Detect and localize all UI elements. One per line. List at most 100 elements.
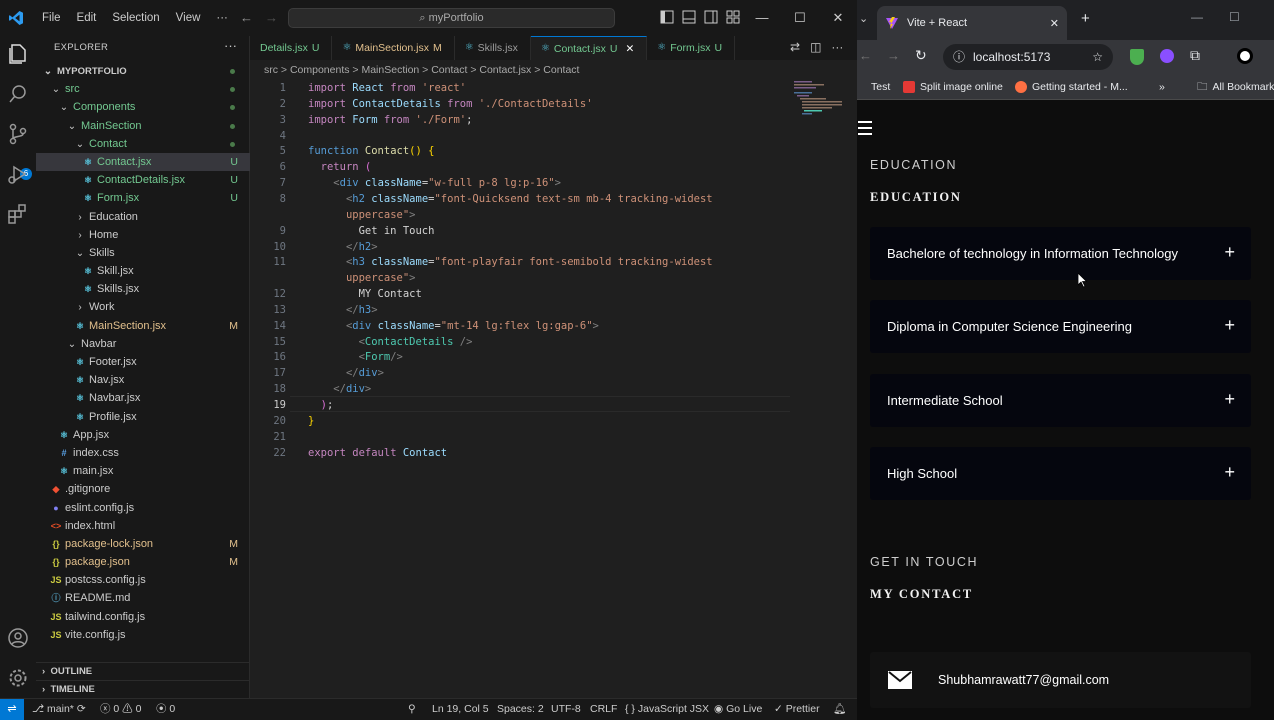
tree-file[interactable]: ⓘ README.md — [36, 589, 250, 607]
tree-folder[interactable]: ⌄ src — [36, 80, 250, 98]
tree-folder[interactable]: ⌄ Components — [36, 98, 250, 116]
language-status[interactable]: { } JavaScript JSX — [625, 699, 709, 719]
ports-status[interactable]: ⦿ 0 — [156, 699, 175, 719]
tree-file[interactable]: ● eslint.config.js — [36, 499, 250, 517]
expand-plus-icon[interactable]: + — [1224, 227, 1235, 278]
copilot-icon[interactable]: ⚲ — [408, 699, 416, 719]
menu-item[interactable]: View — [168, 0, 209, 36]
editor-tab[interactable]: Details.jsx U — [250, 36, 333, 60]
tree-file[interactable]: ⚛ Skills.jsx — [36, 280, 250, 298]
tree-file[interactable]: ⚛ App.jsx — [36, 426, 250, 444]
reload-icon[interactable]: ↻ — [915, 47, 927, 64]
tree-folder[interactable]: ⌄ MainSection — [36, 117, 250, 135]
new-tab-icon[interactable]: + — [1081, 10, 1090, 27]
minimize-icon[interactable]: — — [743, 0, 781, 36]
settings-gear-icon[interactable] — [6, 666, 30, 690]
site-info-icon[interactable]: ⓘ — [953, 44, 965, 70]
indentation-status[interactable]: Spaces: 2 — [497, 699, 544, 719]
extensions-icon[interactable] — [6, 202, 30, 226]
email-contact-card[interactable]: Shubhamrawatt77@gmail.com — [870, 652, 1251, 708]
close-tab-icon[interactable]: ✕ — [625, 37, 634, 61]
toggle-secondary-sidebar-icon[interactable] — [704, 10, 718, 24]
tree-folder[interactable]: ⌄ MYPORTFOLIO — [36, 62, 250, 80]
education-accordion-item[interactable]: Bachelore of technology in Information T… — [870, 227, 1251, 280]
tree-file[interactable]: ◆ .gitignore — [36, 480, 250, 498]
code-editor[interactable]: 1 import React from 'react' 2 import Contac… — [250, 78, 857, 698]
bookmark-test[interactable]: Test — [871, 74, 890, 100]
notifications-bell-icon[interactable]: 🔔︎ — [833, 699, 846, 719]
more-actions-icon[interactable]: ··· — [224, 38, 237, 53]
search-icon[interactable] — [6, 82, 30, 106]
tree-file[interactable]: ⚛ Navbar.jsx — [36, 389, 250, 407]
close-icon[interactable]: ✕ — [819, 0, 857, 36]
tree-file[interactable]: ⚛ MainSection.jsx M — [36, 317, 250, 335]
tree-file[interactable]: ⚛ main.jsx — [36, 462, 250, 480]
back-arrow-icon[interactable]: ← — [240, 10, 253, 25]
tree-file[interactable]: ⚛ Contact.jsx U — [36, 152, 250, 172]
tree-file[interactable]: ⚛ Profile.jsx — [36, 408, 250, 426]
tree-folder[interactable]: ⌄ Contact — [36, 135, 250, 153]
minimap[interactable] — [794, 80, 844, 120]
encoding-status[interactable]: UTF-8 — [551, 699, 581, 719]
menu-item[interactable]: Selection — [104, 0, 167, 36]
menu-item[interactable]: File — [34, 0, 69, 36]
close-tab-icon[interactable]: ✕ — [1050, 17, 1059, 30]
bookmark-getting-started[interactable]: Getting started - M... — [1015, 74, 1128, 100]
menu-item[interactable]: ··· — [208, 0, 236, 36]
editor-tab[interactable]: ⚛ MainSection.jsx M — [332, 36, 455, 60]
bookmark-split-image[interactable]: Split image online — [903, 74, 1003, 100]
expand-plus-icon[interactable]: + — [1224, 447, 1235, 498]
outline-section[interactable]: › OUTLINE — [36, 662, 250, 680]
more-bookmarks-icon[interactable]: » — [1159, 74, 1165, 100]
remote-indicator-icon[interactable]: ⇌ — [0, 699, 24, 720]
forward-arrow-icon[interactable]: → — [887, 48, 900, 63]
tree-file[interactable]: # index.css — [36, 444, 250, 462]
toggle-panel-icon[interactable] — [682, 10, 696, 24]
shield-extension-icon[interactable] — [1130, 49, 1144, 65]
expand-plus-icon[interactable]: + — [1224, 300, 1235, 351]
education-accordion-item[interactable]: High School + — [870, 447, 1251, 501]
tree-file[interactable]: ⚛ Form.jsx U — [36, 189, 250, 207]
hamburger-menu-icon[interactable] — [858, 121, 872, 139]
browser-tab-active[interactable]: Vite + React ✕ — [877, 6, 1067, 40]
toggle-primary-sidebar-icon[interactable] — [660, 10, 674, 24]
minimize-icon[interactable]: — — [1191, 10, 1203, 24]
tree-file[interactable]: <> index.html — [36, 517, 250, 535]
more-actions-icon[interactable]: ··· — [831, 40, 843, 54]
education-accordion-item[interactable]: Intermediate School + — [870, 373, 1251, 427]
source-control-icon[interactable] — [6, 122, 30, 146]
tree-folder[interactable]: › Home — [36, 226, 250, 244]
branch-status[interactable]: ⎇ main* ⟳ — [32, 699, 86, 719]
command-center[interactable]: ⌕ myPortfolio — [288, 8, 615, 28]
maximize-icon[interactable]: ☐ — [1229, 10, 1240, 24]
forward-arrow-icon[interactable]: → — [265, 10, 278, 25]
tree-folder[interactable]: › Education — [36, 208, 250, 226]
tree-folder[interactable]: › Work — [36, 298, 250, 316]
tree-file[interactable]: ⚛ Footer.jsx — [36, 353, 250, 371]
explorer-icon[interactable] — [6, 42, 30, 66]
account-icon[interactable] — [6, 626, 30, 650]
tree-file[interactable]: {} package-lock.json M — [36, 535, 250, 553]
breadcrumb[interactable]: src > Components > MainSection > Contact… — [264, 64, 579, 76]
expand-plus-icon[interactable]: + — [1224, 374, 1235, 425]
extensions-puzzle-icon[interactable]: ⧉ — [1190, 47, 1200, 64]
compare-changes-icon[interactable]: ⇄ — [790, 40, 800, 54]
tree-folder[interactable]: ⌄ Navbar — [36, 335, 250, 353]
tree-file[interactable]: JS tailwind.config.js — [36, 608, 250, 626]
tab-search-icon[interactable]: ⌄ — [859, 12, 868, 25]
menu-item[interactable]: Edit — [69, 0, 105, 36]
bookmark-star-icon[interactable]: ☆ — [1092, 44, 1103, 70]
education-accordion-item[interactable]: Diploma in Computer Science Engineering + — [870, 300, 1251, 354]
extension-icon[interactable] — [1160, 49, 1174, 63]
editor-tab[interactable]: ⚛ Skills.jsx — [455, 36, 531, 60]
all-bookmarks[interactable]: 🗀︎ All Bookmarks — [1197, 74, 1274, 100]
tree-file[interactable]: ⚛ ContactDetails.jsx U — [36, 171, 250, 189]
tree-file[interactable]: ⚛ Skill.jsx — [36, 262, 250, 280]
split-editor-icon[interactable]: ◫ — [810, 40, 821, 54]
go-live-button[interactable]: ◉ Go Live — [714, 699, 762, 719]
address-bar[interactable]: ⓘ localhost:5173 ☆ — [943, 44, 1113, 70]
tree-file[interactable]: JS vite.config.js — [36, 626, 250, 644]
problems-status[interactable]: ⓧ 0 ⚠ 0 — [100, 699, 141, 719]
tree-folder[interactable]: ⌄ Skills — [36, 244, 250, 262]
maximize-icon[interactable]: ☐ — [781, 0, 819, 36]
